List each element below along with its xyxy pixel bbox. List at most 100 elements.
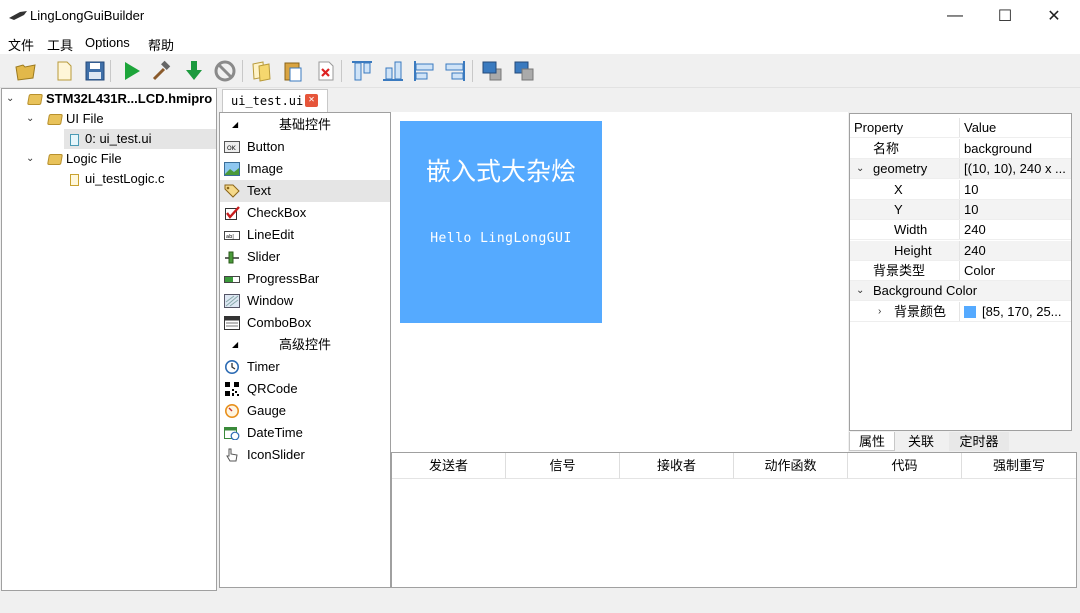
image-icon (224, 162, 240, 176)
editor-tabstrip: ui_test.ui ✕ (220, 88, 1080, 112)
collapse-triangle-icon[interactable]: ◢ (232, 334, 238, 356)
property-row-y[interactable]: Y 10 (850, 200, 1071, 220)
tree-item-ui-test[interactable]: 0: ui_test.ui (64, 129, 216, 149)
col-sender[interactable]: 发送者 (392, 453, 506, 479)
save-icon[interactable] (83, 59, 107, 83)
widget-label: Text (247, 183, 271, 198)
col-action[interactable]: 动作函数 (734, 453, 848, 479)
widget-timer[interactable]: Timer (220, 356, 390, 378)
tab-ui-test[interactable]: ui_test.ui ✕ (222, 89, 328, 112)
send-back-icon[interactable] (512, 59, 536, 83)
preview-hello-text[interactable]: Hello LingLongGUI (400, 231, 602, 246)
build-hammer-icon[interactable] (150, 59, 174, 83)
widget-image[interactable]: Image (220, 158, 390, 180)
delete-icon[interactable] (313, 59, 337, 83)
widget-label: Image (247, 161, 284, 176)
property-value[interactable]: [(10, 10), 240 x ... (964, 159, 1066, 178)
property-header-row: Property Value (850, 118, 1071, 138)
copy-icon[interactable] (250, 59, 274, 83)
widget-qrcode[interactable]: QRCode (220, 378, 390, 400)
preview-title-text[interactable]: 嵌入式大杂烩 (400, 152, 602, 188)
property-value[interactable]: 10 (964, 180, 978, 199)
checkbox-icon (225, 206, 240, 220)
property-name: Width (850, 220, 960, 239)
widget-datetime[interactable]: DateTime (220, 422, 390, 444)
run-icon[interactable] (120, 59, 144, 83)
advanced-widgets-header[interactable]: ◢ 高级控件 (220, 334, 390, 356)
chevron-down-icon[interactable]: ⌄ (26, 149, 34, 169)
project-tree: ⌄ STM32L431R...LCD.hmipro ⌄ UI File 0: u… (1, 88, 217, 591)
property-name: 背景类型 (850, 261, 960, 280)
toolbar-separator (341, 60, 342, 82)
property-value[interactable]: 240 (964, 241, 986, 260)
ui-file-icon (70, 133, 79, 146)
property-row-x[interactable]: X 10 (850, 180, 1071, 200)
align-top-icon[interactable] (350, 59, 374, 83)
property-value[interactable]: 240 (964, 220, 986, 239)
widget-checkbox[interactable]: CheckBox (220, 202, 390, 224)
widget-window[interactable]: Window (220, 290, 390, 312)
close-button[interactable]: ✕ (1031, 0, 1077, 32)
col-code[interactable]: 代码 (848, 453, 962, 479)
tab-timers[interactable]: 定时器 (949, 432, 1009, 451)
minimize-button[interactable]: — (932, 0, 978, 32)
widget-button[interactable]: OK Button (220, 136, 390, 158)
property-row-height[interactable]: Height 240 (850, 241, 1071, 261)
property-value[interactable]: [85, 170, 25... (982, 302, 1062, 321)
property-row-bg-type[interactable]: 背景类型 Color (850, 261, 1071, 281)
property-value[interactable]: background (964, 139, 1032, 158)
widget-iconslider[interactable]: IconSlider (220, 444, 390, 466)
stop-icon[interactable] (213, 59, 237, 83)
close-tab-icon[interactable]: ✕ (305, 94, 318, 107)
menu-file[interactable]: 文件 (8, 35, 34, 54)
chevron-down-icon[interactable]: ⌄ (26, 109, 34, 129)
align-bottom-icon[interactable] (381, 59, 405, 83)
widget-label: LineEdit (247, 227, 294, 242)
bring-front-icon[interactable] (480, 59, 504, 83)
color-swatch[interactable] (964, 306, 976, 318)
widget-gauge[interactable]: Gauge (220, 400, 390, 422)
folder-icon (27, 94, 43, 106)
property-value[interactable]: 10 (964, 200, 978, 219)
value-col-header: Value (964, 120, 997, 135)
chevron-down-icon[interactable]: ⌄ (856, 281, 864, 300)
widget-text[interactable]: Text (220, 180, 390, 202)
widget-label: IconSlider (247, 447, 305, 462)
widget-progressbar[interactable]: ProgressBar (220, 268, 390, 290)
project-root-label: STM32L431R...LCD.hmipro (46, 91, 213, 106)
progressbar-icon (224, 276, 240, 283)
tab-properties[interactable]: 属性 (849, 432, 895, 451)
tree-item-logic-c[interactable]: ui_testLogic.c (70, 169, 165, 189)
col-receiver[interactable]: 接收者 (620, 453, 734, 479)
menu-help[interactable]: 帮助 (148, 35, 174, 54)
chevron-down-icon[interactable]: ⌄ (856, 159, 864, 178)
widget-lineedit[interactable]: ab| LineEdit (220, 224, 390, 246)
chevron-down-icon[interactable]: ⌄ (6, 89, 14, 109)
open-folder-icon[interactable] (14, 59, 38, 83)
property-row-bg-color-group[interactable]: ⌄ Background Color (850, 281, 1071, 301)
property-row-bg-color[interactable]: › 背景颜色 [85, 170, 25... (850, 302, 1071, 322)
new-file-icon[interactable] (52, 59, 76, 83)
property-row-geometry[interactable]: geometry ⌄ [(10, 10), 240 x ... (850, 159, 1071, 179)
widget-label: Window (247, 293, 294, 308)
align-right-icon[interactable] (443, 59, 467, 83)
download-icon[interactable] (182, 59, 206, 83)
col-force-overwrite[interactable]: 强制重写 (962, 453, 1076, 479)
tab-associations[interactable]: 关联 (897, 432, 945, 451)
widget-label: Button (247, 139, 285, 154)
widget-combobox[interactable]: ComboBox (220, 312, 390, 334)
property-row-width[interactable]: Width 240 (850, 220, 1071, 240)
align-left-icon[interactable] (412, 59, 436, 83)
property-value[interactable]: Color (964, 261, 995, 280)
menu-options[interactable]: Options (85, 35, 130, 50)
collapse-triangle-icon[interactable]: ◢ (232, 114, 238, 136)
paste-icon[interactable] (281, 59, 305, 83)
property-row-name[interactable]: 名称 background (850, 139, 1071, 159)
basic-widgets-header[interactable]: ◢ 基础控件 (220, 114, 390, 136)
menu-tools[interactable]: 工具 (47, 35, 73, 54)
folder-icon (47, 154, 63, 166)
connection-table: 发送者 信号 接收者 动作函数 代码 强制重写 (391, 452, 1077, 588)
widget-slider[interactable]: Slider (220, 246, 390, 268)
col-signal[interactable]: 信号 (506, 453, 620, 479)
maximize-button[interactable]: ☐ (982, 0, 1028, 32)
